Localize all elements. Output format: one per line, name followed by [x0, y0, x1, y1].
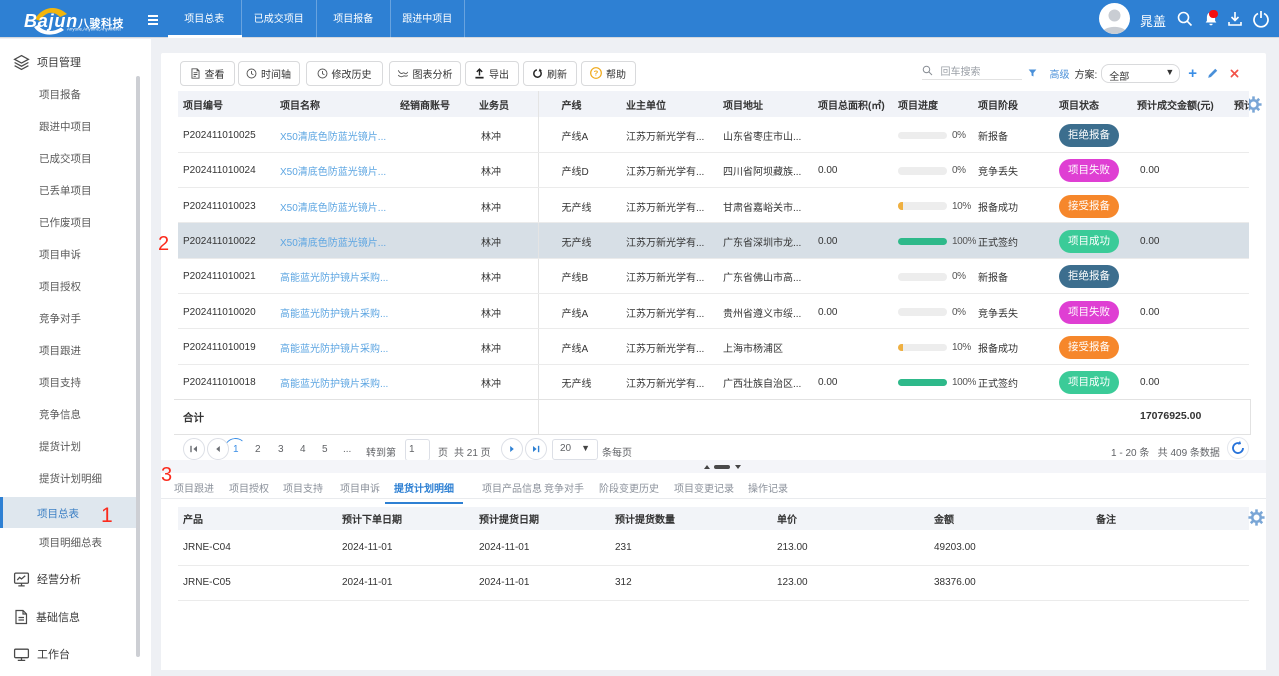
- svg-text:?: ?: [594, 69, 599, 78]
